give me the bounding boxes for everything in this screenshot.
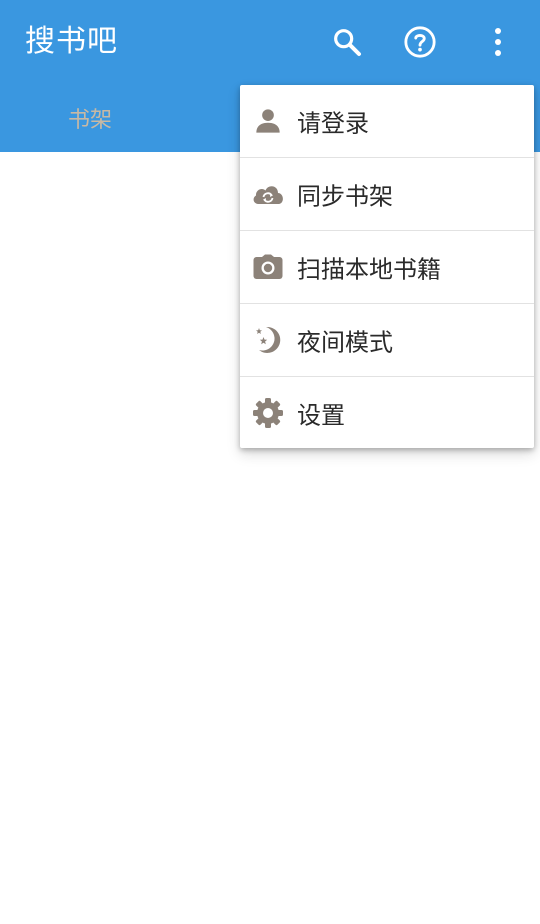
user-icon [251, 104, 285, 138]
tab-bookshelf[interactable]: 书架 [0, 84, 180, 152]
moon-stars-icon [251, 323, 285, 357]
menu-item-label: 夜间模式 [297, 328, 393, 357]
menu-item-label: 扫描本地书籍 [297, 255, 441, 284]
more-vertical-icon[interactable] [478, 22, 518, 62]
menu-item-settings[interactable]: 设置 [240, 377, 534, 448]
menu-item-login[interactable]: 请登录 [240, 85, 534, 158]
app-title: 搜书吧 [25, 24, 118, 59]
menu-item-night-mode[interactable]: 夜间模式 [240, 304, 534, 377]
menu-item-label: 同步书架 [297, 182, 393, 211]
menu-item-label: 请登录 [297, 109, 369, 138]
cloud-sync-icon [251, 177, 285, 211]
app-screen: 搜书吧 书架 请登录 同步书架 扫描本地书籍 夜间模式 设置 [0, 0, 540, 924]
camera-icon [251, 250, 285, 284]
menu-item-sync-shelf[interactable]: 同步书架 [240, 158, 534, 231]
search-icon[interactable] [327, 22, 367, 62]
help-circle-icon[interactable] [400, 22, 440, 62]
gear-icon [251, 396, 285, 430]
menu-item-scan-local[interactable]: 扫描本地书籍 [240, 231, 534, 304]
overflow-menu: 请登录 同步书架 扫描本地书籍 夜间模式 设置 [240, 85, 534, 448]
menu-item-label: 设置 [297, 401, 345, 430]
